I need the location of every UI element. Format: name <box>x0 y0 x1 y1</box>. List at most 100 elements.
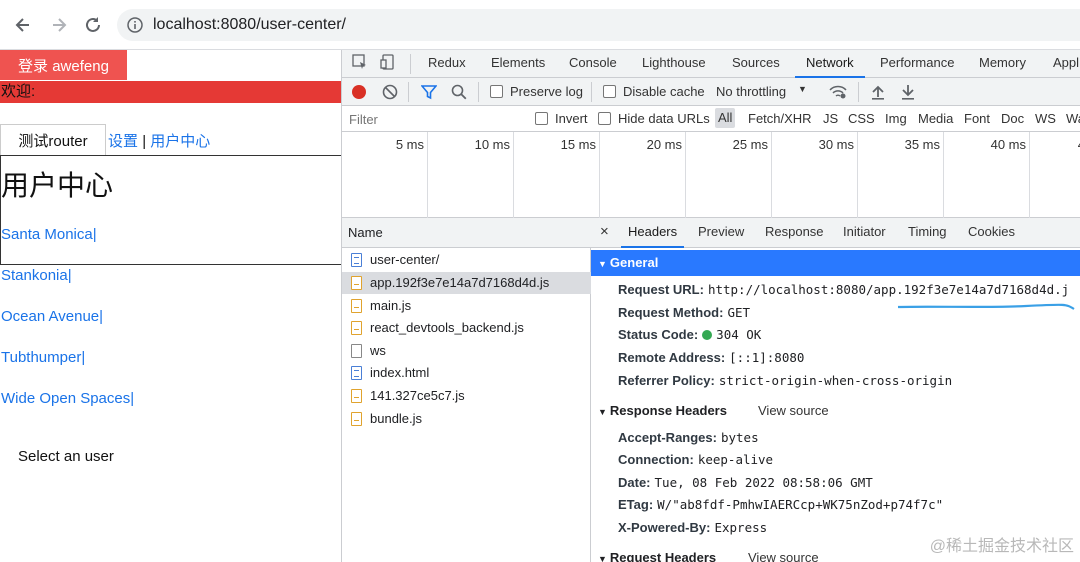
toolbar-divider <box>408 82 409 102</box>
forward-button[interactable] <box>47 13 71 37</box>
filter-type-fetch-xhr[interactable]: Fetch/XHR <box>748 111 812 126</box>
tab-preview[interactable]: Preview <box>698 218 744 248</box>
preserve-log-checkbox[interactable] <box>490 85 503 98</box>
tab-response[interactable]: Response <box>765 218 824 248</box>
nav-separator: | <box>142 133 147 150</box>
page-title: 用户中心 <box>1 170 114 201</box>
response-view-source-link[interactable]: View source <box>758 398 829 424</box>
filter-type-all[interactable]: All <box>715 108 736 128</box>
hide-data-urls-label: Hide data URLs <box>618 111 710 126</box>
back-button[interactable] <box>11 13 35 37</box>
tab-console[interactable]: Console <box>569 50 617 78</box>
select-user-text: Select an user <box>18 448 114 465</box>
search-icon[interactable] <box>451 84 467 103</box>
request-name: bundle.js <box>370 411 423 426</box>
throttling-select[interactable]: No throttling <box>716 84 786 99</box>
tab-application[interactable]: Appl <box>1053 50 1079 78</box>
timeline-tick-label: 35 ms <box>904 137 940 152</box>
close-detail-icon[interactable]: × <box>600 218 609 248</box>
filter-input[interactable] <box>344 109 522 129</box>
request-row[interactable]: user-center/ <box>342 249 591 271</box>
user-link[interactable]: Wide Open Spaces| <box>1 390 134 407</box>
import-har-icon[interactable] <box>871 84 885 103</box>
login-button[interactable]: 登录 awefeng <box>0 50 127 80</box>
name-column-header[interactable]: Name <box>342 218 591 248</box>
filter-type-doc[interactable]: Doc <box>1001 111 1024 126</box>
invert-checkbox[interactable] <box>535 112 548 125</box>
device-toolbar-icon[interactable] <box>380 54 396 73</box>
document-icon <box>351 366 362 380</box>
toolbar-divider <box>591 82 592 102</box>
request-row[interactable]: 141.327ce5c7.js <box>342 385 591 407</box>
header-value: http://localhost:8080/app.192f3e7e14a7d7… <box>707 282 1070 297</box>
filter-type-ws[interactable]: WS <box>1035 111 1056 126</box>
arrow-right-icon <box>53 18 67 32</box>
tab-headers[interactable]: Headers <box>621 218 685 248</box>
disable-cache-checkbox[interactable] <box>603 85 616 98</box>
toolbar-divider <box>478 82 479 102</box>
address-url[interactable]: localhost:8080/user-center/ <box>153 16 346 34</box>
user-link[interactable]: Ocean Avenue| <box>1 308 103 325</box>
user-link[interactable]: Tubthumper| <box>1 349 85 366</box>
settings-link[interactable]: 设置 <box>108 133 138 150</box>
page-content: 登录 awefeng 欢迎: 测试router 设置 | 用户中心 用户中心 S… <box>0 50 341 562</box>
tab-elements[interactable]: Elements <box>491 50 545 78</box>
reload-button[interactable] <box>81 13 105 37</box>
address-bar[interactable]: localhost:8080/user-center/ <box>117 9 1080 41</box>
request-row[interactable]: ws <box>342 340 591 362</box>
status-ok-icon <box>702 330 713 340</box>
general-section-header[interactable]: ▼ General <box>591 250 1080 276</box>
inspect-element-icon[interactable] <box>352 54 368 73</box>
disable-cache-label: Disable cache <box>623 84 705 99</box>
response-headers-section-header[interactable]: ▼ Response Headers View source <box>591 398 1080 424</box>
tab-memory[interactable]: Memory <box>979 50 1026 78</box>
network-conditions-icon[interactable] <box>829 84 847 103</box>
header-key: ETag: <box>618 497 654 512</box>
request-name: index.html <box>370 365 430 380</box>
filter-type-img[interactable]: Img <box>885 111 907 126</box>
request-row[interactable]: index.html <box>342 362 591 384</box>
tab-lighthouse[interactable]: Lighthouse <box>642 50 706 78</box>
tab-network[interactable]: Network <box>795 50 865 78</box>
request-row[interactable]: react_devtools_backend.js <box>342 317 591 339</box>
tab-initiator[interactable]: Initiator <box>843 218 886 248</box>
header-value: Tue, 08 Feb 2022 08:58:06 GMT <box>654 475 873 490</box>
general-title: General <box>609 255 659 270</box>
filter-type-css[interactable]: CSS <box>848 111 875 126</box>
timeline-tick-label: 10 ms <box>474 137 510 152</box>
tab-timing[interactable]: Timing <box>908 218 947 248</box>
request-name: app.192f3e7e14a7d7168d4d.js <box>370 275 550 290</box>
request-row[interactable]: bundle.js <box>342 408 591 430</box>
nav-links: 设置 | 用户中心 <box>108 130 210 151</box>
clear-icon[interactable] <box>382 84 398 103</box>
header-key: Connection: <box>618 452 694 467</box>
filter-type-wasm[interactable]: Wa <box>1066 111 1080 126</box>
tab-cookies[interactable]: Cookies <box>968 218 1015 248</box>
header-field: Remote Address: [::1]:8080 <box>618 350 804 365</box>
user-link[interactable]: Santa Monica| <box>1 226 97 243</box>
timeline-tick-label: 30 ms <box>818 137 854 152</box>
user-link[interactable]: Stankonia| <box>1 267 72 284</box>
timeline-tick: 35 ms <box>858 132 944 218</box>
export-har-icon[interactable] <box>901 84 915 103</box>
request-row[interactable]: main.js <box>342 295 591 317</box>
user-center-link[interactable]: 用户中心 <box>150 133 210 150</box>
tab-redux[interactable]: Redux <box>428 50 466 78</box>
request-row[interactable]: app.192f3e7e14a7d7168d4d.js <box>342 272 591 294</box>
timeline-tick: 4 <box>1030 132 1080 218</box>
tab-performance[interactable]: Performance <box>880 50 954 78</box>
hide-data-urls-checkbox[interactable] <box>598 112 611 125</box>
filter-type-media[interactable]: Media <box>918 111 953 126</box>
test-router-button[interactable]: 测试router <box>0 124 106 155</box>
tab-sources[interactable]: Sources <box>732 50 780 78</box>
request-view-source-link[interactable]: View source <box>748 545 819 562</box>
header-field: Accept-Ranges: bytes <box>618 430 759 445</box>
triangle-down-icon: ▼ <box>598 554 607 562</box>
filter-type-font[interactable]: Font <box>964 111 990 126</box>
header-value: strict-origin-when-cross-origin <box>718 373 953 388</box>
request-detail-panel: × Headers Preview Response Initiator Tim… <box>591 218 1080 562</box>
record-icon[interactable] <box>352 85 366 99</box>
header-key: Request URL: <box>618 282 704 297</box>
filter-icon[interactable] <box>420 84 438 103</box>
filter-type-js[interactable]: JS <box>823 111 838 126</box>
